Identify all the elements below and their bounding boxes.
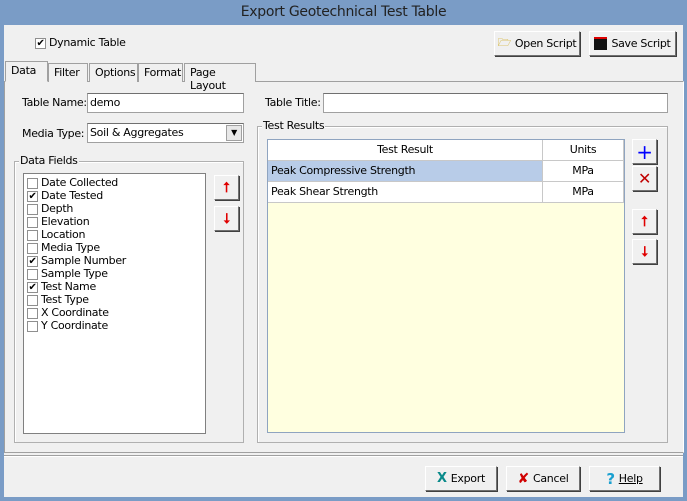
export-label: Export <box>450 472 486 485</box>
data-fields-label: Data Fields <box>19 154 79 167</box>
open-script-label: Open Script <box>514 37 577 50</box>
data-field-label: Y Coordinate <box>41 319 108 332</box>
table-name-label: Table Name: <box>22 96 87 109</box>
excel-export-icon: X <box>437 471 447 486</box>
table-row-units[interactable]: MPa <box>543 161 624 182</box>
data-field-label: Date Collected <box>41 176 118 189</box>
save-script-button[interactable]: Save Script <box>589 31 676 56</box>
column-header-test-result[interactable]: Test Result <box>268 140 543 161</box>
data-field-label: X Coordinate <box>41 306 109 319</box>
move-result-up-button[interactable]: ⭡ <box>632 209 657 234</box>
data-field-item[interactable]: X Coordinate <box>27 306 202 319</box>
checkbox-icon: ✔ <box>35 37 46 49</box>
help-label: Help <box>618 472 643 485</box>
remove-result-button[interactable]: ✕ <box>632 166 657 191</box>
data-field-label: Test Name <box>41 280 96 293</box>
tab-data[interactable]: Data <box>5 61 48 82</box>
data-field-item[interactable]: Test Type <box>27 293 202 306</box>
cancel-label: Cancel <box>532 472 569 485</box>
cancel-button[interactable]: ✘ Cancel <box>506 466 580 491</box>
data-field-item[interactable]: Date Collected <box>27 176 202 189</box>
tab-format[interactable]: Format <box>138 63 183 82</box>
media-type-value: Soil & Aggregates <box>90 126 184 139</box>
data-field-label: Depth <box>41 202 74 215</box>
arrow-up-icon: ⭡ <box>223 179 230 196</box>
dynamic-table-checkbox[interactable]: ✔ Dynamic Table <box>35 36 126 49</box>
checkbox-icon[interactable] <box>27 307 38 319</box>
media-type-label: Media Type: <box>22 127 85 140</box>
data-field-item[interactable]: ✔ Test Name <box>27 280 202 293</box>
move-field-up-button[interactable]: ⭡ <box>214 175 239 200</box>
checkbox-icon[interactable] <box>27 242 38 254</box>
data-field-label: Test Type <box>41 293 89 306</box>
export-button[interactable]: X Export <box>425 466 497 491</box>
checkbox-icon[interactable] <box>27 203 38 215</box>
arrow-up-icon: ⭡ <box>641 213 648 230</box>
table-row-result[interactable]: Peak Compressive Strength <box>268 161 543 182</box>
table-title-label: Table Title: <box>265 96 321 109</box>
plus-icon: + <box>636 139 653 164</box>
question-mark-icon: ? <box>606 469 615 488</box>
footer-divider <box>4 455 683 457</box>
checkbox-icon[interactable] <box>27 229 38 241</box>
table-name-input[interactable]: demo <box>87 93 244 113</box>
checkbox-icon[interactable]: ✔ <box>27 190 38 202</box>
column-header-units[interactable]: Units <box>543 140 624 161</box>
floppy-disk-icon <box>594 37 608 50</box>
title-bar: Export Geotechnical Test Table <box>240 4 447 20</box>
data-field-item[interactable]: Sample Type <box>27 267 202 280</box>
add-result-button[interactable]: + <box>632 139 657 164</box>
data-field-item[interactable]: ✔ Sample Number <box>27 254 202 267</box>
table-row-units[interactable]: MPa <box>543 182 624 203</box>
dynamic-table-label: Dynamic Table <box>49 36 126 49</box>
checkbox-icon[interactable] <box>27 216 38 228</box>
checkbox-icon[interactable] <box>27 294 38 306</box>
table-title-input[interactable] <box>323 93 668 113</box>
data-field-label: Date Tested <box>41 189 103 202</box>
data-field-item[interactable]: Media Type <box>27 241 202 254</box>
folder-icon: 🗁 <box>497 36 512 49</box>
test-results-grid[interactable]: Test Result Units Peak Compressive Stren… <box>267 139 625 433</box>
help-button[interactable]: ? Help <box>589 466 660 491</box>
data-field-item[interactable]: ✔ Date Tested <box>27 189 202 202</box>
test-results-label: Test Results <box>262 119 326 132</box>
arrow-down-icon: ⭣ <box>223 210 230 227</box>
open-script-button[interactable]: 🗁 Open Script <box>494 31 580 56</box>
tab-page-layout[interactable]: Page Layout <box>184 63 256 92</box>
checkbox-icon[interactable]: ✔ <box>27 255 38 267</box>
chevron-down-icon[interactable]: ▼ <box>226 125 242 141</box>
checkbox-icon[interactable] <box>27 320 38 332</box>
data-field-label: Sample Type <box>41 267 108 280</box>
move-result-down-button[interactable]: ⭣ <box>632 239 657 264</box>
data-field-label: Sample Number <box>41 254 127 267</box>
data-field-item[interactable]: Depth <box>27 202 202 215</box>
checkbox-icon[interactable] <box>27 177 38 189</box>
tab-filter[interactable]: Filter <box>48 63 88 82</box>
arrow-down-icon: ⭣ <box>641 243 648 260</box>
checkbox-icon[interactable] <box>27 268 38 280</box>
data-field-item[interactable]: Location <box>27 228 202 241</box>
move-field-down-button[interactable]: ⭣ <box>214 206 239 231</box>
data-field-item[interactable]: Elevation <box>27 215 202 228</box>
checkbox-icon[interactable]: ✔ <box>27 281 38 293</box>
media-type-select[interactable]: Soil & Aggregates ▼ <box>87 123 244 143</box>
table-row-result[interactable]: Peak Shear Strength <box>268 182 543 203</box>
tab-options[interactable]: Options <box>89 63 138 82</box>
data-field-label: Media Type <box>41 241 100 254</box>
data-field-item[interactable]: Y Coordinate <box>27 319 202 332</box>
delete-x-icon: ✕ <box>637 169 652 188</box>
cancel-x-icon: ✘ <box>517 470 530 487</box>
data-fields-list[interactable]: Date Collected ✔ Date Tested Depth Elevation… <box>23 173 206 434</box>
save-script-label: Save Script <box>611 37 671 50</box>
data-field-label: Elevation <box>41 215 90 228</box>
data-field-label: Location <box>41 228 86 241</box>
